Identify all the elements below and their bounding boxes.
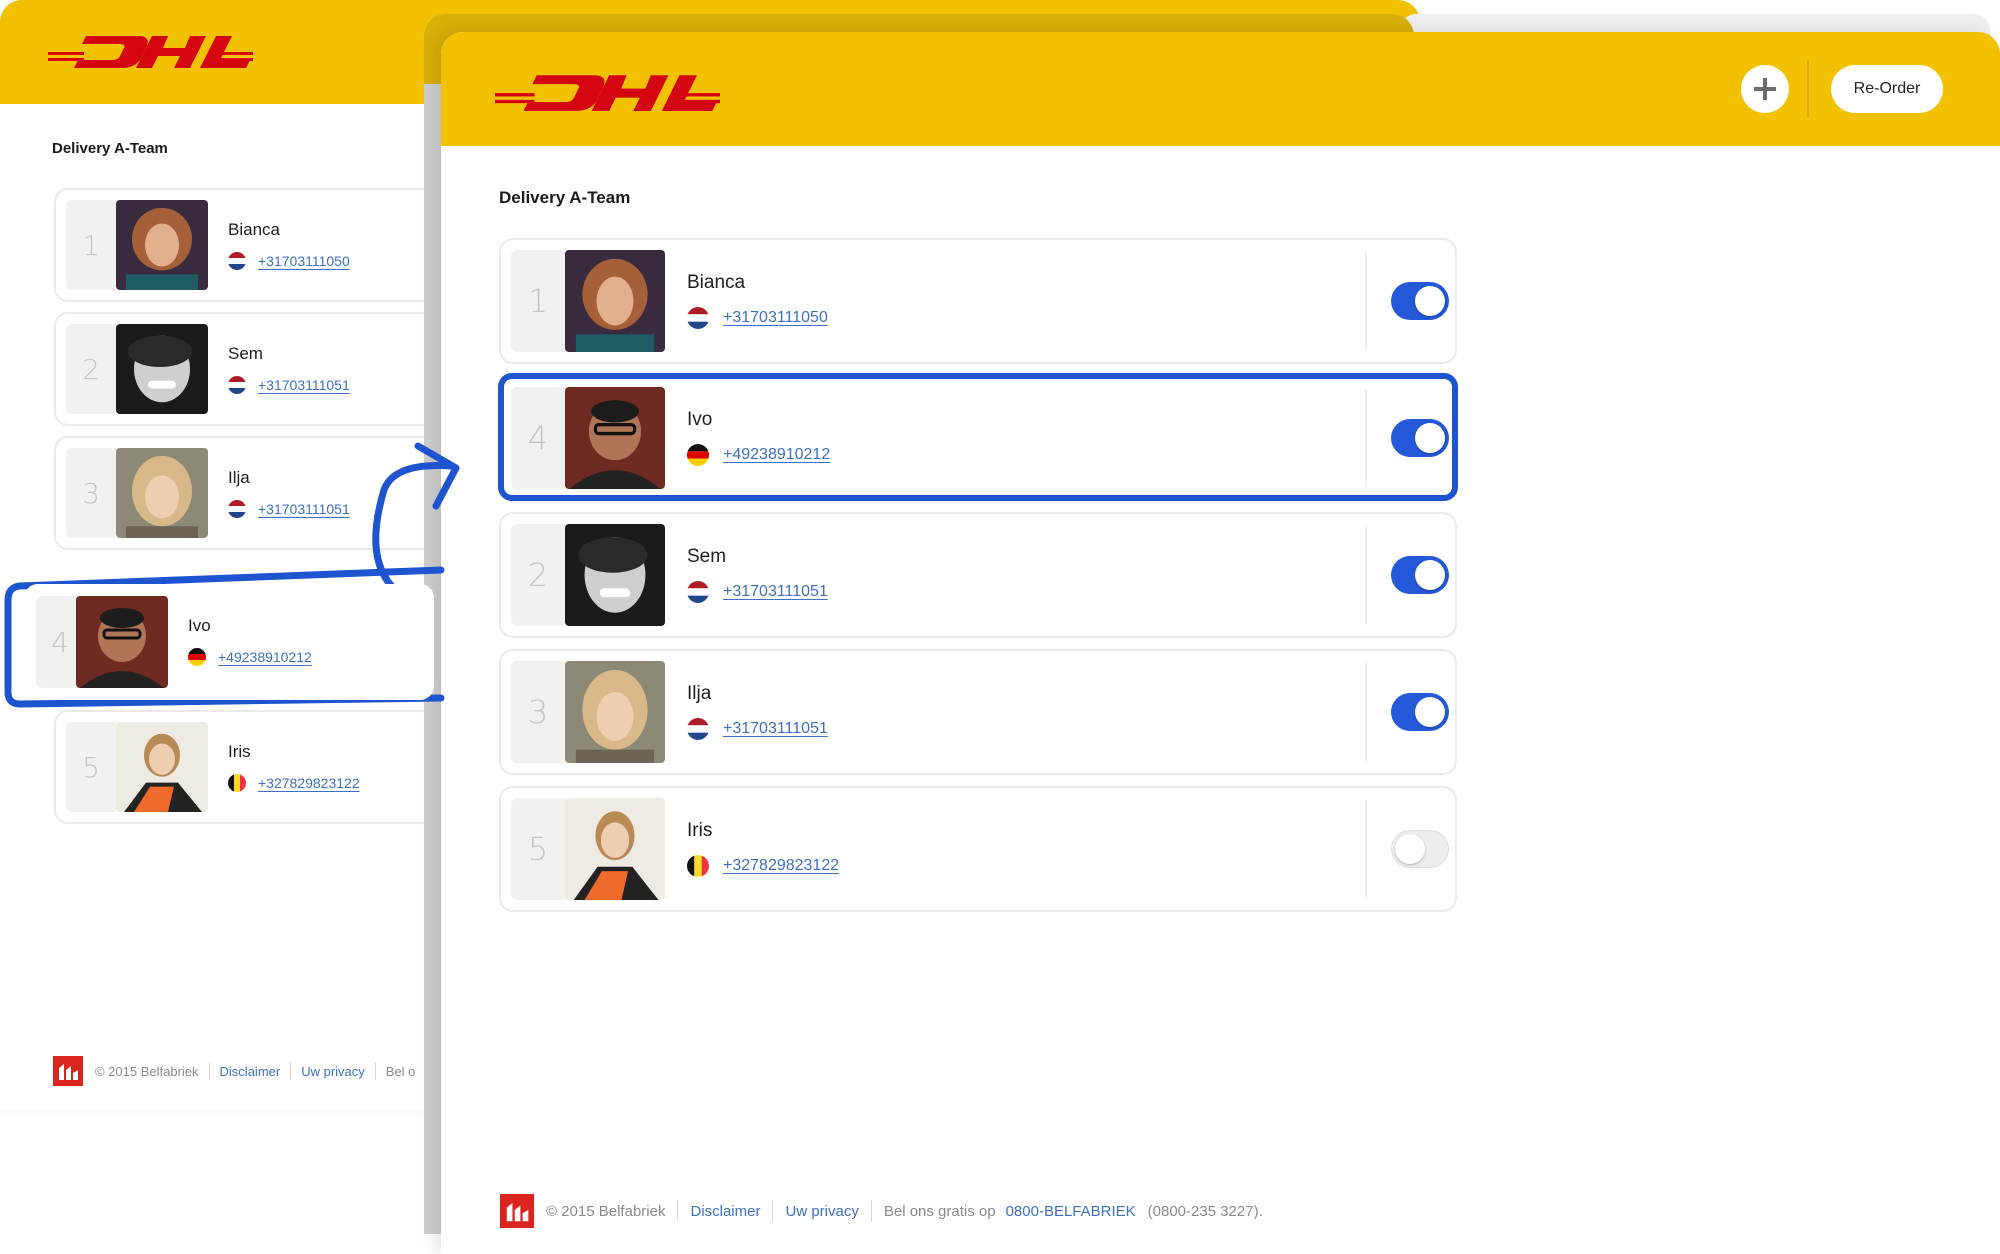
toggle-divider — [1365, 663, 1367, 761]
phone-link[interactable]: +49238910212 — [218, 649, 312, 665]
nl-flag-icon — [687, 718, 709, 740]
moved-row-highlight — [498, 373, 1458, 501]
rank-number: 1 — [66, 200, 116, 290]
contact-row[interactable]: 1 Bianca +31703111050 — [54, 188, 474, 302]
phone-link[interactable]: +31703111050 — [258, 253, 350, 269]
contact-phone: +327829823122 — [228, 774, 360, 792]
nl-flag-icon — [687, 581, 709, 603]
contact-name: Bianca — [228, 220, 280, 239]
contact-name: Ivo — [188, 616, 211, 635]
avatar — [565, 798, 665, 900]
contact-name: Ilja — [687, 683, 712, 704]
toggle-divider — [1365, 526, 1367, 624]
rank-number: 1 — [511, 250, 565, 352]
divider — [870, 1200, 872, 1222]
phone-link[interactable]: +327829823122 — [723, 857, 839, 875]
privacy-link[interactable]: Uw privacy — [785, 1203, 858, 1220]
copyright-text: © 2015 Belfabriek — [546, 1202, 666, 1220]
call-text: Bel ons gratis op — [883, 1202, 996, 1220]
team-title: Delivery A-Team — [499, 188, 631, 207]
add-contact-button[interactable] — [1741, 65, 1789, 113]
dragged-contact-row[interactable]: 4 Ivo +49238910212 — [24, 584, 434, 700]
contact-phone: +49238910212 — [188, 648, 312, 666]
nl-flag-icon — [687, 307, 709, 329]
after-window: Re-Order Delivery A-Team 1 Bianca +31703… — [441, 32, 2000, 1254]
contact-row[interactable]: 3 Ilja +31703111051 — [499, 649, 1457, 775]
footer: © 2015 Belfabriek Disclaimer Uw privacy … — [53, 1056, 415, 1086]
contact-row[interactable]: 1 Bianca +31703111050 — [499, 238, 1457, 364]
disclaimer-link[interactable]: Disclaimer — [690, 1203, 760, 1220]
enable-toggle[interactable] — [1391, 693, 1449, 731]
copyright-text: © 2015 Belfabriek — [95, 1063, 199, 1079]
disclaimer-link[interactable]: Disclaimer — [220, 1064, 281, 1079]
enable-toggle[interactable] — [1391, 830, 1449, 868]
contact-row[interactable]: 5 Iris +327829823122 — [54, 710, 474, 824]
phone-link[interactable]: +31703111051 — [258, 377, 350, 393]
contact-name: Bianca — [687, 272, 746, 293]
dhl-logo — [48, 34, 253, 68]
contact-name: Iris — [687, 820, 713, 841]
header-bar: Re-Order — [441, 32, 2000, 146]
phone-link[interactable]: +327829823122 — [258, 775, 360, 791]
belfabriek-logo-icon — [500, 1194, 534, 1228]
team-title: Delivery A-Team — [52, 140, 168, 157]
rank-number: 2 — [511, 524, 565, 626]
contact-phone: +31703111050 — [228, 252, 350, 270]
nl-flag-icon — [228, 376, 246, 394]
contact-row[interactable]: 2 Sem +31703111051 — [499, 512, 1457, 638]
drag-arrow-icon — [372, 462, 456, 602]
phone-word-link[interactable]: 0800-BELFABRIEK — [1006, 1203, 1136, 1220]
rank-number: 2 — [66, 324, 116, 414]
avatar — [565, 250, 665, 352]
rank-number: 5 — [66, 722, 116, 812]
rank-number: 3 — [511, 661, 565, 763]
divider — [677, 1200, 679, 1222]
plus-icon — [1754, 78, 1776, 100]
contact-phone: +31703111051 — [687, 581, 828, 603]
avatar — [76, 596, 168, 688]
contact-phone: +327829823122 — [687, 855, 839, 877]
divider — [374, 1062, 376, 1080]
avatar — [116, 722, 208, 812]
contact-name: Iris — [228, 742, 251, 761]
avatar — [116, 200, 208, 290]
enable-toggle[interactable] — [1391, 556, 1449, 594]
avatar — [116, 324, 208, 414]
contact-phone: +31703111051 — [228, 376, 350, 394]
call-text: Bel o — [385, 1063, 416, 1079]
contact-row[interactable]: 5 Iris +327829823122 — [499, 786, 1457, 912]
avatar — [565, 524, 665, 626]
drag-reorder-illustration: Delivery A-Team 1 Bianca +31703111050 2 … — [0, 0, 2000, 1254]
toggle-divider — [1365, 800, 1367, 898]
toggle-divider — [1365, 252, 1367, 350]
divider — [290, 1062, 292, 1080]
belfabriek-logo-icon — [53, 1056, 83, 1086]
enable-toggle[interactable] — [1391, 282, 1449, 320]
dhl-logo — [495, 73, 720, 111]
rank-number: 5 — [511, 798, 565, 900]
phone-link[interactable]: +31703111051 — [723, 583, 828, 601]
contact-row[interactable]: 2 Sem +31703111051 — [54, 312, 474, 426]
divider — [208, 1062, 210, 1080]
header-divider — [1807, 60, 1809, 118]
nl-flag-icon — [228, 252, 246, 270]
reorder-button[interactable]: Re-Order — [1831, 65, 1943, 113]
avatar — [565, 661, 665, 763]
be-flag-icon — [687, 855, 709, 877]
phone-digits: (0800-235 3227). — [1147, 1202, 1263, 1220]
de-flag-icon — [188, 648, 206, 666]
be-flag-icon — [228, 774, 246, 792]
contact-name: Sem — [687, 546, 727, 567]
phone-link[interactable]: +31703111051 — [723, 720, 828, 738]
divider — [772, 1200, 774, 1222]
phone-link[interactable]: +31703111050 — [723, 309, 828, 327]
privacy-link[interactable]: Uw privacy — [301, 1064, 365, 1079]
contact-name: Sem — [228, 344, 263, 363]
footer: © 2015 Belfabriek Disclaimer Uw privacy … — [500, 1194, 1263, 1228]
contact-phone: +31703111050 — [687, 307, 828, 329]
contact-phone: +31703111051 — [687, 718, 828, 740]
